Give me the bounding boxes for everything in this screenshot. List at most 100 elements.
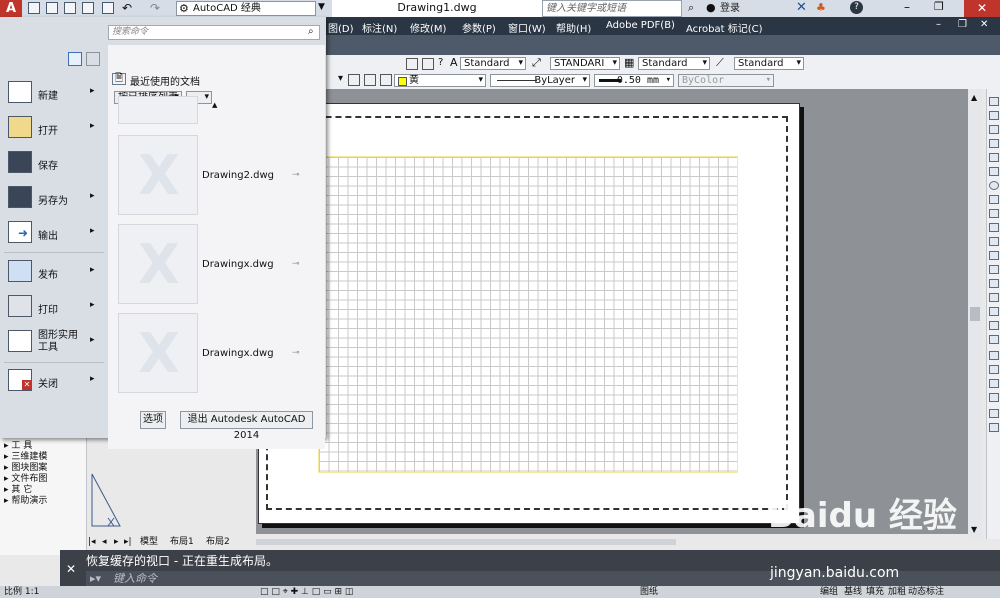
table-style-dropdown[interactable]: Standard <box>638 57 710 70</box>
recent-file-name[interactable]: Drawingx.dwg <box>202 259 274 270</box>
line-tool-icon[interactable] <box>989 97 999 106</box>
menu-save-as[interactable]: 另存为 ▸ <box>0 181 106 215</box>
recent-file-name[interactable]: Drawingx.dwg <box>202 348 274 359</box>
close-drawing-icon[interactable]: ✕ <box>980 19 988 30</box>
status-toggle[interactable]: 填充 <box>866 586 884 598</box>
scroll-thumb[interactable] <box>970 307 980 321</box>
polyline-tool-icon[interactable] <box>989 111 999 120</box>
menu-dimension[interactable]: 标注(N) <box>362 20 397 35</box>
tab-layout2[interactable]: 布局2 <box>206 536 230 549</box>
layer-tool-icon[interactable] <box>364 74 376 86</box>
options-button[interactable]: 选项 <box>140 411 166 429</box>
tab-nav-first-icon[interactable]: |◂ <box>88 536 96 549</box>
tab-nav-next-icon[interactable]: ▸ <box>114 536 119 549</box>
array-tool-icon[interactable] <box>989 237 999 246</box>
binoculars-icon[interactable]: ⌕ <box>688 1 694 15</box>
stay-connected-icon[interactable]: ♣ <box>816 1 826 14</box>
menu-drawing-utilities[interactable]: 图形实用 工具 ▸ <box>0 325 106 363</box>
trim-tool-icon[interactable] <box>989 293 999 302</box>
status-toggle[interactable]: 加粗 <box>888 586 906 598</box>
layer-tool-icon[interactable]: ▾ <box>338 73 343 84</box>
layer-tool-icon[interactable] <box>989 409 999 418</box>
menu-close[interactable]: ✕ 关闭 ▸ <box>0 364 106 398</box>
help-icon[interactable]: ? <box>850 1 863 14</box>
recent-file-thumbnail[interactable]: X <box>118 135 198 215</box>
menu-modify[interactable]: 修改(M) <box>410 20 446 35</box>
save-icon[interactable] <box>64 2 76 14</box>
scroll-up-icon[interactable]: ▲ <box>971 93 977 102</box>
text-style-dropdown[interactable]: Standard <box>460 57 526 70</box>
arc-tool-icon[interactable] <box>989 153 999 162</box>
undo-icon[interactable]: ↶ <box>122 1 132 15</box>
tab-nav-last-icon[interactable]: ▸| <box>124 536 132 549</box>
pin-icon[interactable]: ⊸ <box>292 170 300 180</box>
status-toggle[interactable]: 编组 <box>820 586 838 598</box>
pin-icon[interactable]: ⊸ <box>292 348 300 358</box>
menu-window[interactable]: 窗口(W) <box>508 20 546 35</box>
scale-tool-icon[interactable] <box>989 265 999 274</box>
layer-tool-icon[interactable] <box>989 365 999 374</box>
minimize-icon[interactable]: – <box>904 0 910 14</box>
search-commands-input[interactable]: 搜索命令 <box>108 25 320 40</box>
recent-documents-button[interactable] <box>86 52 100 66</box>
toolbar-button-icon[interactable] <box>406 58 418 70</box>
color-dropdown[interactable]: 黄 <box>394 74 486 87</box>
workspace-dropdown[interactable]: ⚙ AutoCAD 经典 <box>176 1 316 16</box>
tab-layout1[interactable]: 布局1 <box>170 536 194 549</box>
login-link[interactable]: 登录 <box>720 0 780 17</box>
toolbar-button-icon[interactable] <box>422 58 434 70</box>
layer-tool-icon[interactable] <box>989 351 999 360</box>
scroll-up-icon[interactable]: ▲ <box>212 101 217 109</box>
stretch-tool-icon[interactable] <box>989 279 999 288</box>
scroll-down-icon[interactable]: ▼ <box>971 525 977 534</box>
redo-icon[interactable]: ↷ <box>150 1 160 15</box>
open-documents-button[interactable] <box>68 52 82 66</box>
move-tool-icon[interactable] <box>989 167 999 176</box>
layer-tool-icon[interactable] <box>348 74 360 86</box>
circle-tool-icon[interactable] <box>989 181 999 190</box>
menu-export[interactable]: ➜ 输出 ▸ <box>0 216 106 250</box>
restore-icon[interactable]: ❐ <box>934 0 944 13</box>
print-icon[interactable] <box>102 2 114 14</box>
restore-drawing-icon[interactable]: ❐ <box>958 19 967 30</box>
vertical-scrollbar[interactable]: ▲ ▼ <box>968 89 982 539</box>
menu-adobe-pdf[interactable]: Adobe PDF(B) <box>606 20 675 31</box>
open-icon[interactable] <box>46 2 58 14</box>
menu-help[interactable]: 帮助(H) <box>556 20 591 35</box>
tab-model[interactable]: 模型 <box>140 536 158 549</box>
status-toggle[interactable]: 图纸 <box>640 586 658 598</box>
polygon-tool-icon[interactable] <box>989 125 999 134</box>
multileader-style-dropdown[interactable]: Standard <box>734 57 804 70</box>
rotate-tool-icon[interactable] <box>989 251 999 260</box>
new-icon[interactable] <box>28 2 40 14</box>
palette-item[interactable]: ▸ 帮助演示 <box>4 493 47 506</box>
status-icons[interactable]: □ □ ⌖ ✚ ⊥ □ ▭ ⊞ ◫ <box>260 586 353 598</box>
menu-draw[interactable]: 图(D) <box>328 20 354 35</box>
status-toggle[interactable]: 动态标注 <box>908 586 944 598</box>
recent-file-thumbnail[interactable]: X <box>118 224 198 304</box>
close-command-icon[interactable]: ✕ <box>66 562 76 576</box>
break-tool-icon[interactable] <box>989 321 999 330</box>
recent-file-thumbnail[interactable]: X <box>118 313 198 393</box>
menu-save[interactable]: 保存 <box>0 146 106 180</box>
offset-tool-icon[interactable] <box>989 223 999 232</box>
menu-open[interactable]: 打开 ▸ <box>0 111 106 145</box>
chevron-down-icon[interactable]: ▼ <box>318 2 325 12</box>
dim-style-dropdown[interactable]: STANDARI <box>550 57 620 70</box>
mirror-tool-icon[interactable] <box>989 209 999 218</box>
menu-acrobat-markup[interactable]: Acrobat 标记(C) <box>686 20 763 35</box>
status-toggle[interactable]: 基线 <box>844 586 862 598</box>
lineweight-dropdown[interactable]: 0.50 mm <box>594 74 674 87</box>
exchange-icon[interactable]: ✕ <box>796 0 807 15</box>
plotstyle-dropdown[interactable]: ByColor <box>678 74 774 87</box>
help-icon[interactable]: ? <box>438 57 443 68</box>
extend-tool-icon[interactable] <box>989 307 999 316</box>
viewport-grid[interactable] <box>318 156 738 473</box>
menu-parametric[interactable]: 参数(P) <box>462 20 496 35</box>
pin-icon[interactable]: ⊸ <box>292 259 300 269</box>
scale-readout[interactable]: 比例 1:1 <box>4 586 39 598</box>
close-window-icon[interactable]: ✕ <box>964 0 1000 17</box>
layer-tool-icon[interactable] <box>380 74 392 86</box>
layer-tool-icon[interactable] <box>989 423 999 432</box>
exit-autocad-button[interactable]: 退出 Autodesk AutoCAD 2014 <box>180 411 313 441</box>
